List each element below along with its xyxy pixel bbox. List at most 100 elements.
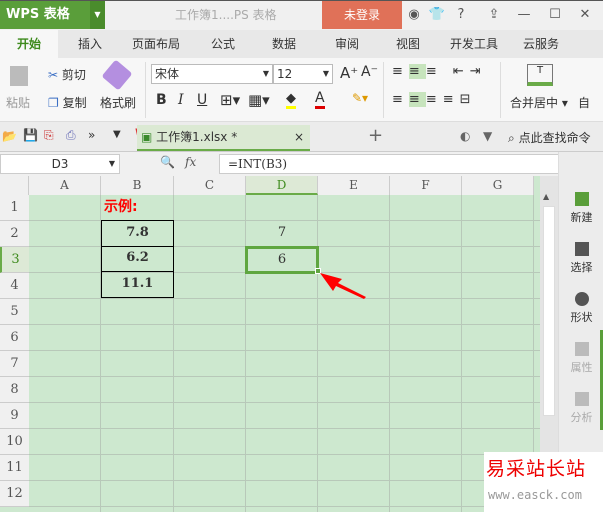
row-header-11[interactable]: 11 <box>0 455 29 481</box>
row-header-8[interactable]: 8 <box>0 377 29 403</box>
clear-format-icon[interactable]: ✎▾ <box>352 91 368 105</box>
bold-button[interactable]: B <box>156 92 167 108</box>
font-family-select[interactable]: 宋体 ▼ <box>151 64 273 84</box>
close-button[interactable]: ✕ <box>575 0 595 30</box>
more-icon[interactable]: » <box>88 128 95 142</box>
copy-icon: ❐ <box>48 96 59 110</box>
tab-view[interactable]: 视图 <box>396 30 420 58</box>
column-header-C[interactable]: C <box>174 176 246 195</box>
side-select-button[interactable]: 选择 <box>559 242 603 275</box>
column-header-F[interactable]: F <box>390 176 462 195</box>
skin-icon[interactable]: ◉ <box>405 0 423 30</box>
name-box-value: D3 <box>51 157 69 171</box>
shirt-icon[interactable]: 👕 <box>426 0 448 30</box>
close-tab-icon[interactable]: × <box>294 125 304 149</box>
row-header-1[interactable]: 1 <box>0 195 29 221</box>
skin-small-icon[interactable]: ◐ <box>460 129 470 143</box>
cut-button[interactable]: ✂ 剪切 <box>48 66 86 83</box>
cell-B4[interactable]: 11.1 <box>101 272 174 298</box>
increase-font-icon[interactable]: A⁺ <box>340 64 358 82</box>
cell-B1[interactable]: 示例: <box>104 195 138 219</box>
tab-home[interactable]: 开始 <box>0 30 58 58</box>
row-header-4[interactable]: 4 <box>0 273 29 299</box>
row-header-12[interactable]: 12 <box>0 481 29 507</box>
horizontal-align-icons[interactable]: ≡≡≡≡⊟ <box>392 92 477 107</box>
underline-button[interactable]: U <box>197 92 207 108</box>
pin-icon[interactable]: ▼ <box>483 129 492 143</box>
column-header-D[interactable]: D <box>246 176 318 195</box>
minimize-button[interactable]: — <box>514 0 534 30</box>
tab-developer[interactable]: 开发工具 <box>450 30 498 58</box>
column-header-E[interactable]: E <box>318 176 390 195</box>
cell-D3-selected[interactable]: 6 <box>245 246 319 274</box>
app-dropdown-icon[interactable]: ▼ <box>90 1 105 29</box>
merge-center-icon: T <box>527 64 553 86</box>
column-header-A[interactable]: A <box>29 176 101 195</box>
select-all-corner[interactable] <box>0 176 29 195</box>
login-button[interactable]: 未登录 <box>322 1 402 29</box>
upload-icon[interactable]: ⇪ <box>484 0 504 30</box>
save-icon[interactable]: 💾 <box>23 128 38 142</box>
font-color-icon[interactable]: A <box>315 90 325 109</box>
cell-B3[interactable]: 6.2 <box>101 246 174 272</box>
cell-B2[interactable]: 7.8 <box>101 220 174 247</box>
decrease-font-icon[interactable]: A⁻ <box>361 64 378 80</box>
tab-formulas[interactable]: 公式 <box>211 30 235 58</box>
spreadsheet-grid[interactable]: A B C D E F G 1 2 3 4 5 6 7 8 9 10 11 12 示例: 7.8 6.2 11.1 7 6 <box>0 176 540 512</box>
maximize-button[interactable]: ☐ <box>545 0 565 30</box>
column-header-G[interactable]: G <box>462 176 534 195</box>
tab-cloud[interactable]: 云服务 <box>523 30 559 58</box>
name-box[interactable]: D3 ▼ <box>0 154 120 174</box>
scrollbar-thumb[interactable] <box>543 206 555 416</box>
copy-button[interactable]: ❐ 复制 <box>48 94 87 111</box>
tab-data[interactable]: 数据 <box>272 30 296 58</box>
insert-function-button[interactable]: fx <box>185 155 196 169</box>
side-properties-button[interactable]: 属性 <box>559 342 603 375</box>
search-icon: ⌕ <box>508 131 515 145</box>
tab-review[interactable]: 审阅 <box>335 30 359 58</box>
document-tab[interactable]: ▣ 工作簿1.xlsx * × <box>137 125 310 151</box>
tab-page-layout[interactable]: 页面布局 <box>132 30 180 58</box>
side-shape-button[interactable]: 形状 <box>559 292 603 325</box>
font-size-select[interactable]: 12 ▼ <box>273 64 333 84</box>
merge-center-button[interactable]: 合并居中 ▾ <box>510 94 568 111</box>
vertical-align-icons[interactable]: ≡≡≡ ⇤⇥ <box>392 64 487 79</box>
cell-style-icon[interactable]: ▦▾ <box>248 91 270 109</box>
app-menu-button[interactable]: WPS 表格 <box>0 1 90 29</box>
new-tab-button[interactable]: + <box>368 125 383 146</box>
row-header-5[interactable]: 5 <box>0 299 29 325</box>
row-header-3[interactable]: 3 <box>0 247 29 273</box>
italic-button[interactable]: I <box>178 92 184 108</box>
side-select-label: 选择 <box>570 261 593 274</box>
row-header-10[interactable]: 10 <box>0 429 29 455</box>
cut-label: 剪切 <box>61 68 86 82</box>
cell-D2[interactable]: 7 <box>246 221 318 245</box>
side-new-button[interactable]: 新建 <box>559 192 603 225</box>
row-header-7[interactable]: 7 <box>0 351 29 377</box>
paste-button[interactable]: 粘贴 <box>6 94 30 111</box>
open-icon[interactable]: 📂 <box>2 129 17 143</box>
export-pdf-icon[interactable]: ⎘ <box>44 128 54 143</box>
side-analysis-button[interactable]: 分析 <box>559 392 603 425</box>
row-header-9[interactable]: 9 <box>0 403 29 429</box>
borders-icon[interactable]: ⊞▾ <box>220 91 240 109</box>
command-search[interactable]: ⌕ 点此查找命令 <box>508 129 591 146</box>
font-value: 宋体 <box>155 67 180 81</box>
row-header-2[interactable]: 2 <box>0 221 29 247</box>
print-icon[interactable]: ⎙ <box>66 128 76 143</box>
customize-dropdown-icon[interactable]: ▼ <box>113 129 121 140</box>
side-properties-label: 属性 <box>570 361 593 374</box>
paste-icon[interactable] <box>10 66 28 86</box>
format-painter-icon <box>101 59 133 91</box>
fill-color-icon[interactable]: ◆ <box>286 91 296 109</box>
row-header-6[interactable]: 6 <box>0 325 29 351</box>
formula-input[interactable]: =INT(B3) <box>219 154 560 174</box>
zoom-formula-icon[interactable]: 🔍 <box>160 155 175 169</box>
window-title: 工作簿1....PS 表格 <box>175 8 277 22</box>
help-button[interactable]: ? <box>450 0 472 30</box>
auto-wrap-button[interactable]: 自 <box>578 94 590 111</box>
watermark-url: www.easck.com <box>488 488 582 502</box>
format-painter-button[interactable]: 格式刷 <box>100 94 136 111</box>
tab-insert[interactable]: 插入 <box>78 30 102 58</box>
column-header-B[interactable]: B <box>101 176 174 195</box>
